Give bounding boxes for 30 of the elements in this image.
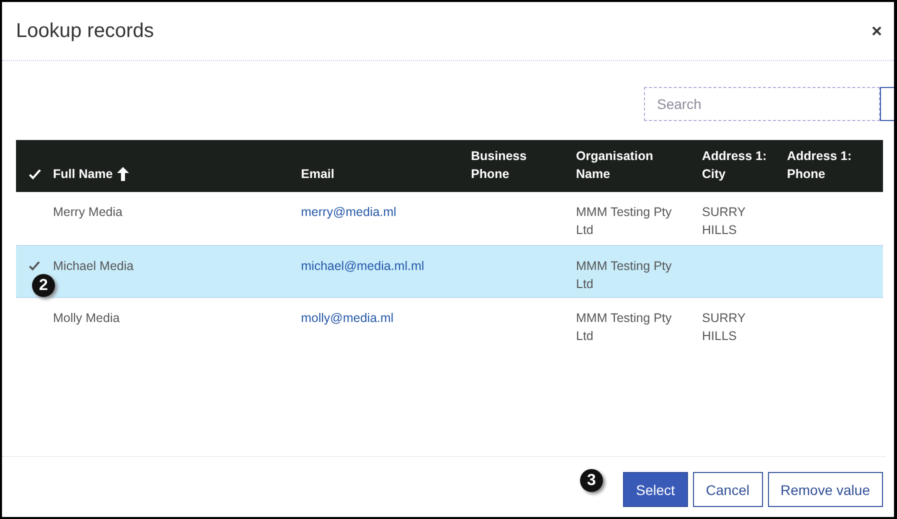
column-header[interactable]: Address 1: Phone xyxy=(787,147,872,183)
up-arrow-icon xyxy=(116,167,129,181)
table-cell-text: Molly Media xyxy=(53,310,121,327)
table-row[interactable]: Merry Media merry@media.ml MMM Testing Pty Ltd SURRY HILLS xyxy=(16,192,883,245)
close-button[interactable]: × xyxy=(867,20,886,42)
column-header[interactable]: Business Phone xyxy=(471,147,536,183)
column-header[interactable]: Full Name xyxy=(53,165,113,183)
email-link[interactable]: michael@media.ml.ml xyxy=(301,257,465,275)
dialog-button[interactable]: Remove value xyxy=(768,472,883,507)
table-cell-text: Michael Media xyxy=(53,258,135,275)
table-cell-text: SURRY HILLS xyxy=(702,204,746,239)
search-button[interactable] xyxy=(880,87,894,121)
column-header[interactable]: Email xyxy=(301,165,334,183)
table-row[interactable]: Molly Media molly@media.ml MMM Testing Pty Ltd SURRY HILLS xyxy=(16,298,883,351)
table-cell-text: MMM Testing Pty Ltd xyxy=(576,310,673,345)
email-link[interactable]: molly@media.ml xyxy=(301,309,465,327)
column-header[interactable]: Organisation Name xyxy=(576,147,682,183)
table-cell-text: SURRY HILLS xyxy=(702,310,746,345)
email-link[interactable]: merry@media.ml xyxy=(301,203,465,221)
dialog-button[interactable]: Select xyxy=(622,472,688,507)
dialog-title: Lookup records xyxy=(16,20,154,42)
search-field[interactable]: Search xyxy=(644,87,880,121)
dialog-button[interactable]: Cancel xyxy=(692,472,762,507)
column-header[interactable]: Address 1: City xyxy=(702,147,775,183)
step-badge: 3 xyxy=(580,469,603,492)
select-all-check-icon[interactable] xyxy=(28,169,42,181)
table-cell-text: MMM Testing Pty Ltd xyxy=(576,204,673,239)
table-cell-text: MMM Testing Pty Ltd xyxy=(576,258,673,293)
table-cell-text: Merry Media xyxy=(53,204,124,221)
check-icon[interactable] xyxy=(28,260,41,272)
